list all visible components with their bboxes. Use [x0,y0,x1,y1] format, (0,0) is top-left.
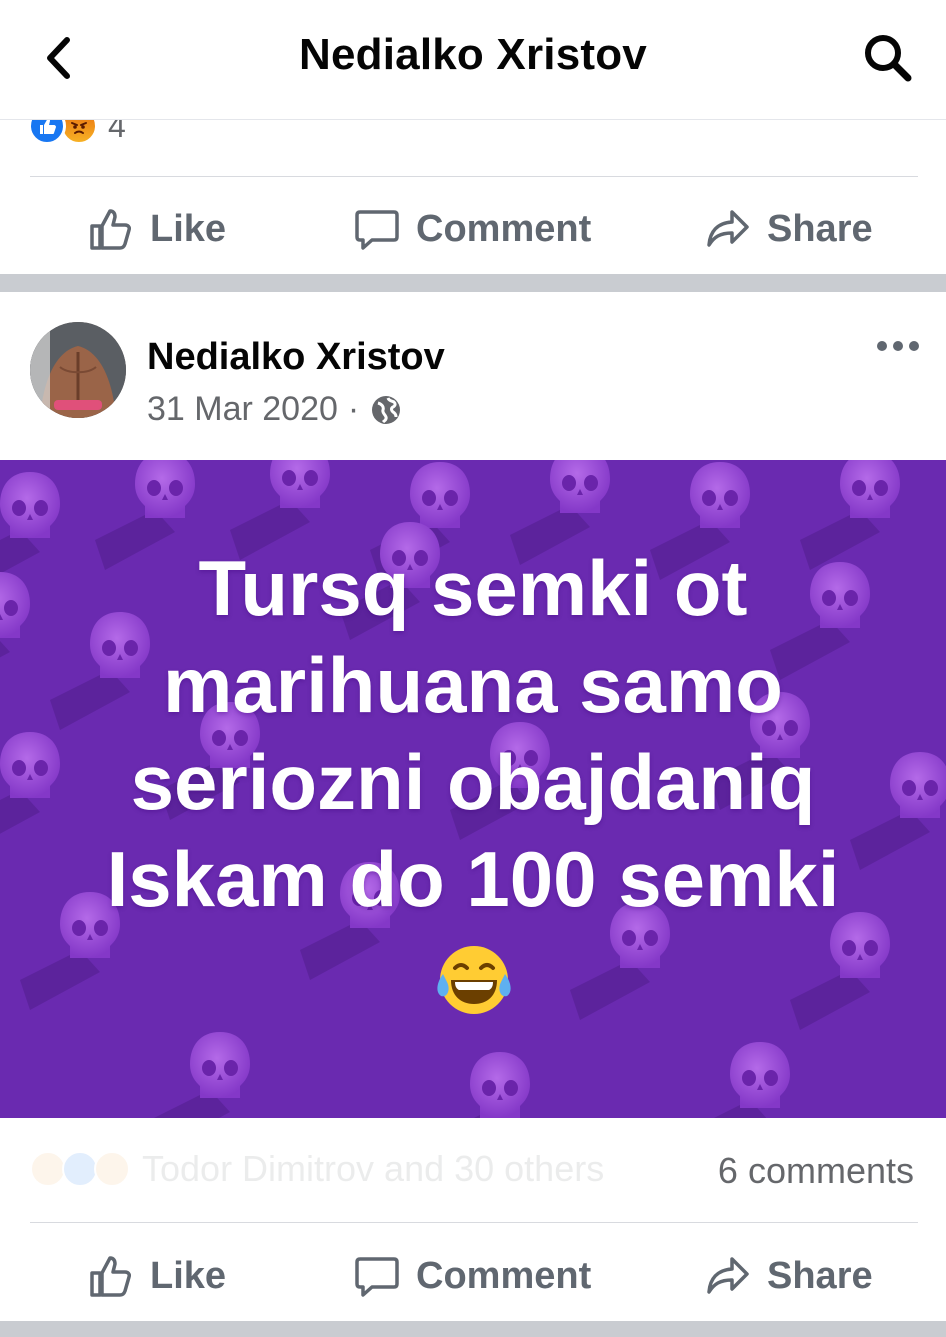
post-meta: 31 Mar 2020 · [147,390,403,429]
post-more-button[interactable] [872,328,924,364]
reaction-icon [62,1151,98,1187]
comment-label: Comment [416,207,592,250]
comments-count[interactable]: 6 comments [718,1150,914,1192]
post-date[interactable]: 31 Mar 2020 [147,390,338,429]
post-action-bar: Like Comment Share [0,1229,946,1323]
previous-post-action-bar: Like Comment Share [0,182,946,276]
post-text-line: marihuana samo [163,641,783,729]
comment-button[interactable]: Comment [354,206,591,252]
top-navigation-bar: Nedialko Xristov [0,0,946,120]
thumbs-up-icon [90,209,131,250]
reaction-icon [30,1151,66,1187]
share-button[interactable]: Share [705,1253,873,1299]
comment-button[interactable]: Comment [354,1253,591,1299]
post-image[interactable]: Tursq semki ot marihuana samo seriozni o… [0,460,946,1118]
like-label: Like [150,207,227,250]
comment-icon [355,210,399,250]
post-text-line: seriozni obajdaniq [130,738,816,826]
feed-separator [0,274,946,292]
post-text-line: Tursq semki ot [198,544,748,632]
share-label: Share [767,207,873,250]
post-image-text: Tursq semki ot marihuana samo seriozni o… [0,540,946,928]
reactions-summary-text: Todor Dimitrov and 30 others [142,1148,605,1189]
divider [30,1222,918,1223]
like-label: Like [150,1254,227,1297]
search-icon [865,35,912,82]
thumbs-up-icon [90,1256,131,1297]
feed-separator [0,1321,946,1337]
share-label: Share [767,1254,873,1297]
search-button[interactable] [858,30,918,86]
share-button[interactable]: Share [705,206,873,252]
face-with-tears-of-joy-icon [437,946,511,1014]
globe-icon [372,395,401,424]
reactions-summary[interactable]: Todor Dimitrov and 30 others [30,1148,604,1190]
meta-separator: · [347,390,360,428]
avatar[interactable] [30,322,126,418]
like-button[interactable]: Like [88,206,226,252]
like-button[interactable]: Like [88,1253,226,1299]
post-text-line: Iskam do 100 semki [106,835,840,923]
reaction-icon [94,1151,130,1187]
share-icon [707,1257,749,1294]
page-title: Nedialko Xristov [299,30,647,79]
comment-icon [355,1257,399,1297]
more-horizontal-icon [877,341,919,351]
share-icon [707,210,749,247]
post-author[interactable]: Nedialko Xristov [147,336,445,379]
comment-label: Comment [416,1254,592,1297]
divider [30,176,918,177]
